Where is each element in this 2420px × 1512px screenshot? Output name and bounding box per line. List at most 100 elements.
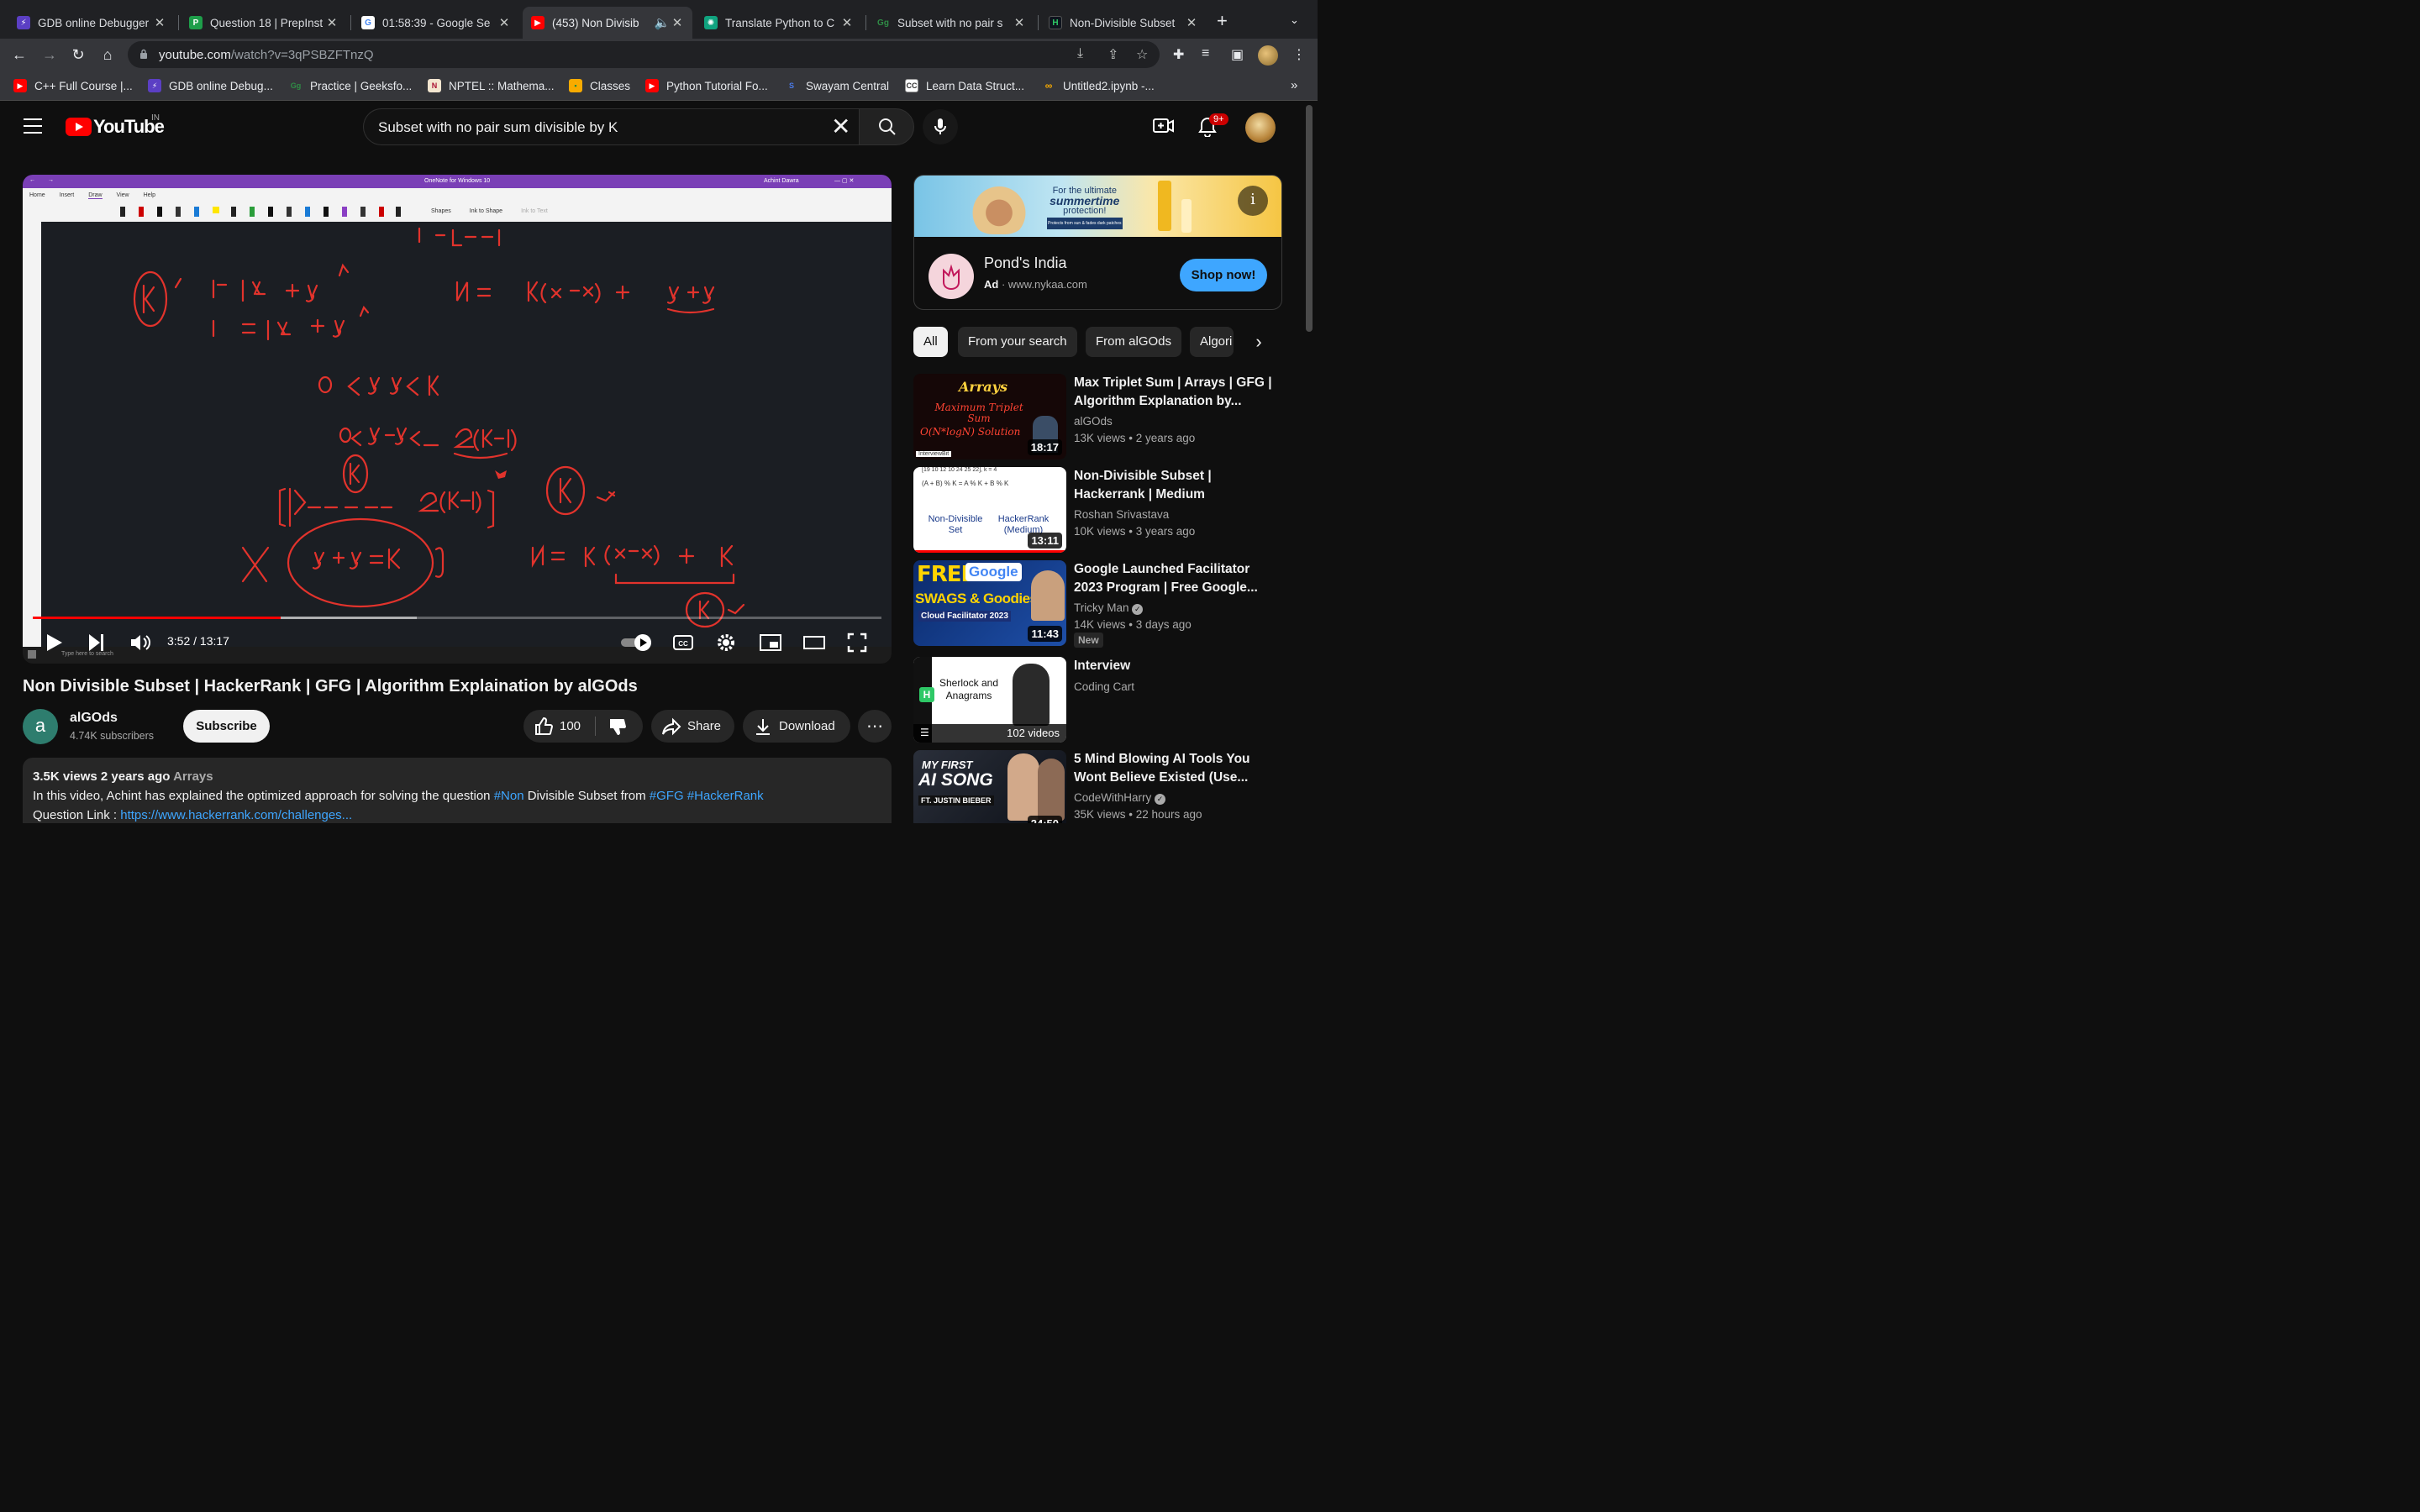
extensions-icon[interactable]: ✚ <box>1173 46 1184 63</box>
video-progress-bar[interactable] <box>33 617 881 619</box>
voice-search-button[interactable] <box>923 109 958 144</box>
bookmark-item[interactable]: ▶ C++ Full Course |... <box>13 79 133 92</box>
recommended-channel[interactable]: Roshan Srivastava <box>1074 508 1169 521</box>
recommended-channel[interactable]: alGOds <box>1074 415 1113 428</box>
recommended-video[interactable]: FREE Google SWAGS & Goodies Cloud Facili… <box>913 560 1283 648</box>
recommended-video-title[interactable]: Max Triplet Sum | Arrays | GFG | Algorit… <box>1074 374 1276 411</box>
recommended-video-title[interactable]: 5 Mind Blowing AI Tools You Wont Believe… <box>1074 750 1276 787</box>
closed-captions-icon[interactable]: CC <box>671 632 695 654</box>
recommended-playlist[interactable]: H Sherlock and Anagrams ☰ 102 videos Int… <box>913 657 1283 744</box>
account-avatar[interactable] <box>1245 113 1276 143</box>
recommended-video-title[interactable]: Google Launched Facilitator 2023 Program… <box>1074 560 1276 597</box>
miniplayer-icon[interactable] <box>759 632 782 654</box>
question-link-line: Question Link : https://www.hackerrank.c… <box>33 808 353 822</box>
video-player[interactable]: ← → OneNote for Windows 10 Achint Dawra … <box>23 175 892 664</box>
recommended-channel[interactable]: Coding Cart <box>1074 680 1134 693</box>
bookmark-item[interactable]: Gg Practice | Geeksfo... <box>289 79 413 92</box>
search-input[interactable]: Subset with no pair sum divisible by K ✕ <box>363 108 859 145</box>
close-tab-icon[interactable]: ✕ <box>497 15 511 30</box>
settings-gear-icon[interactable] <box>715 632 737 654</box>
next-video-icon[interactable] <box>87 632 107 654</box>
close-tab-icon[interactable]: ✕ <box>840 15 854 30</box>
recommended-video-title[interactable]: Non-Divisible Subset | Hackerrank | Medi… <box>1074 467 1276 504</box>
thumbs-down-icon[interactable] <box>608 717 628 737</box>
shop-now-button[interactable]: Shop now! <box>1180 259 1267 291</box>
chevron-down-icon[interactable]: ⌄ <box>1290 13 1299 27</box>
address-bar[interactable]: youtube.com/watch?v=3qPSBZFTnzQ ⤓ ⇪ ☆ <box>128 41 1160 68</box>
tab-geeksforgeeks[interactable]: Gg Subset with no pair s ✕ <box>868 7 1034 39</box>
recommended-channel[interactable]: CodeWithHarry ✓ <box>1074 791 1166 805</box>
kebab-menu-icon[interactable]: ⋮ <box>1292 46 1306 63</box>
back-icon[interactable]: ← <box>10 45 29 64</box>
info-icon[interactable]: i <box>1238 186 1268 216</box>
play-icon[interactable] <box>43 632 65 654</box>
chevron-double-right-icon[interactable]: » <box>1291 78 1297 92</box>
close-tab-icon[interactable]: ✕ <box>1185 15 1198 30</box>
bookmarks-bar: ▶ C++ Full Course |... ⚡ GDB online Debug.… <box>0 71 1318 101</box>
page-scrollbar[interactable] <box>1306 105 1313 332</box>
question-link[interactable]: https://www.hackerrank.com/challenges... <box>120 808 352 822</box>
sponsored-ad-card[interactable]: For the ultimate summertime protection! … <box>913 175 1282 310</box>
recommended-video-title[interactable]: Interview <box>1074 657 1276 675</box>
tab-prepinsta[interactable]: P Question 18 | PrepInst ✕ <box>181 7 347 39</box>
youtube-logo[interactable]: YouTube <box>66 116 165 138</box>
fullscreen-icon[interactable] <box>846 632 868 654</box>
chip-all[interactable]: All <box>913 327 948 357</box>
side-panel-icon[interactable]: ▣ <box>1231 46 1244 63</box>
media-control-icon[interactable]: ≡ <box>1202 46 1209 61</box>
recommended-video[interactable]: [19 10 12 10 24 25 22], k = 4 (A + B) % … <box>913 467 1283 554</box>
channel-avatar[interactable]: a <box>23 709 58 744</box>
tab-hackerrank[interactable]: H Non-Divisible Subset ✕ <box>1040 7 1207 39</box>
install-icon[interactable]: ⤓ <box>1077 46 1083 61</box>
hashtag-link[interactable]: #GFG #HackerRank <box>650 789 764 803</box>
close-tab-icon[interactable]: ✕ <box>671 15 684 30</box>
bookmark-item[interactable]: ▶ Python Tutorial Fo... <box>645 79 768 92</box>
more-actions-icon[interactable]: ⋯ <box>858 710 892 743</box>
tab-chatgpt[interactable]: ✺ Translate Python to C ✕ <box>696 7 862 39</box>
recommended-video[interactable]: MY FIRST AI SONG FT. JUSTIN BIEBER 24:50… <box>913 750 1283 823</box>
share-button[interactable]: Share <box>651 710 734 743</box>
bookmark-item[interactable]: CC Learn Data Struct... <box>905 79 1024 92</box>
tab-google-search[interactable]: G 01:58:39 - Google Se ✕ <box>353 7 519 39</box>
search-button[interactable] <box>859 108 914 145</box>
tab-youtube-active[interactable]: ▶ (453) Non Divisib 🔈 ✕ <box>523 7 692 39</box>
recommended-video[interactable]: Arrays Maximum Triplet Sum O(N*logN) Sol… <box>913 374 1283 461</box>
menu-icon[interactable] <box>24 118 42 134</box>
share-icon[interactable]: ⇪ <box>1107 46 1118 63</box>
home-icon[interactable]: ⌂ <box>98 45 117 64</box>
chip-algorithms[interactable]: Algori <box>1190 327 1234 357</box>
new-tab-button[interactable]: + <box>1217 12 1228 30</box>
ad-domain: Ad · www.nykaa.com <box>984 278 1087 291</box>
speaker-icon[interactable]: 🔈 <box>654 15 671 30</box>
geeksforgeeks-icon: Gg <box>877 18 889 28</box>
bookmark-item[interactable]: S Swayam Central <box>785 79 889 92</box>
subscribe-button[interactable]: Subscribe <box>183 710 270 743</box>
bookmark-item[interactable]: ∞ Untitled2.ipynb -... <box>1042 79 1155 92</box>
forward-icon[interactable]: → <box>40 45 59 64</box>
chip-from-algods[interactable]: From alGOds <box>1086 327 1182 357</box>
channel-name[interactable]: alGOds <box>70 711 118 726</box>
thumbs-up-icon[interactable] <box>534 717 554 737</box>
create-video-icon[interactable] <box>1153 117 1175 135</box>
close-tab-icon[interactable]: ✕ <box>153 15 166 30</box>
recommended-channel[interactable]: Tricky Man ✓ <box>1074 601 1144 615</box>
close-tab-icon[interactable]: ✕ <box>325 15 339 30</box>
reload-icon[interactable]: ↻ <box>69 45 87 64</box>
close-tab-icon[interactable]: ✕ <box>1013 15 1026 30</box>
chevron-right-icon[interactable]: › <box>1244 327 1274 357</box>
bookmark-item[interactable]: N NPTEL :: Mathema... <box>428 79 555 92</box>
theater-mode-icon[interactable] <box>802 632 826 654</box>
hashtag-link[interactable]: #Non <box>494 789 524 803</box>
clear-search-icon[interactable]: ✕ <box>831 114 850 139</box>
video-description[interactable]: 3.5K views 2 years ago Arrays In this vi… <box>23 758 892 823</box>
bookmark-item[interactable]: ▪ Classes <box>569 79 630 92</box>
ad-banner-image: For the ultimate summertime protection! … <box>914 176 1281 237</box>
tab-gdb[interactable]: ⚡ GDB online Debugger ✕ <box>8 7 175 39</box>
download-button[interactable]: Download <box>743 710 850 743</box>
chip-from-your-search[interactable]: From your search <box>958 327 1077 357</box>
bookmark-star-icon[interactable]: ☆ <box>1136 46 1148 63</box>
volume-icon[interactable] <box>129 632 152 654</box>
profile-avatar[interactable] <box>1258 45 1278 66</box>
bookmark-item[interactable]: ⚡ GDB online Debug... <box>148 79 273 92</box>
autoplay-toggle[interactable] <box>619 632 653 654</box>
